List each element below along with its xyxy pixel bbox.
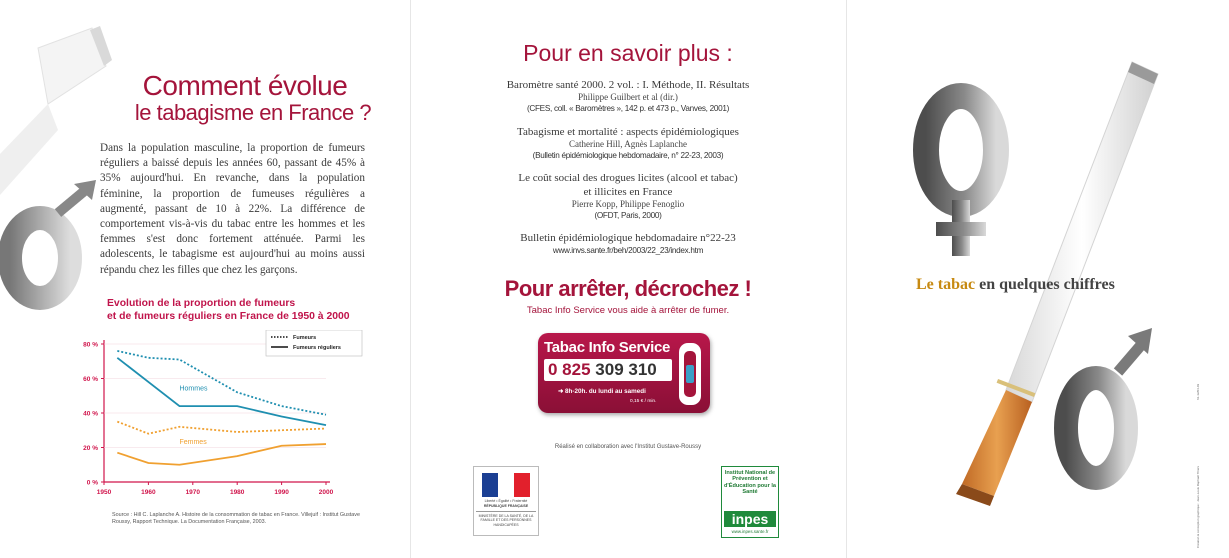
legend-label: Fumeurs — [293, 335, 316, 341]
y-tick-label: 80 % — [83, 342, 98, 349]
phone-icon — [679, 343, 701, 405]
helpline-prefix: 0 825 — [548, 360, 591, 379]
reference-publisher: (Bulletin épidémiologique hebdomadaire, … — [532, 151, 724, 160]
helpline-name: Tabac Info Service — [544, 339, 671, 356]
intro-paragraph: Dans la population masculine, la proport… — [100, 142, 365, 276]
rf-motto: Liberté • Égalité • Fraternité — [484, 499, 528, 503]
quit-headline: Pour arrêter, décrochez ! — [504, 276, 752, 301]
female-symbol-icon — [913, 83, 1009, 256]
flag-red — [514, 473, 530, 497]
legend-label: Fumeurs réguliers — [293, 345, 341, 351]
design-credit: Création & conception graphique : Jean-L… — [1196, 466, 1200, 548]
reference-publisher: (OFDT, Paris, 2000) — [594, 211, 662, 220]
reference-title-cont: et illicites en France — [583, 186, 673, 198]
republique-francaise-logo: Liberté • Égalité • Fraternité RÉPUBLIQU… — [473, 466, 539, 536]
print-reference: 61-12/04-03 — [1196, 383, 1200, 400]
flag-white — [498, 473, 514, 497]
male-symbol-icon — [0, 180, 96, 310]
chart-title-line2: et de fumeurs réguliers en France de 195… — [107, 311, 350, 322]
helpline-number[interactable]: 0 825 309 310 — [544, 359, 672, 381]
women-smokers-line — [116, 420, 327, 435]
panel-title: Comment évolue — [142, 70, 348, 101]
panel-subtitle: le tabagisme en France ? — [134, 100, 372, 125]
women-regular-smokers-line — [117, 443, 327, 466]
y-tick-label: 40 % — [83, 411, 98, 418]
x-tick-label: 1970 — [186, 489, 201, 496]
helpline-badge[interactable]: Tabac Info Service 0 825 309 310 ➜ 8h-20… — [538, 333, 710, 413]
inpes-logo: Institut National de Prévention et d'Édu… — [721, 466, 779, 538]
middle-panel: Pour en savoir plus : Baromètre santé 20… — [410, 0, 846, 558]
y-tick-label: 20 % — [83, 445, 98, 452]
reference-title: Baromètre santé 2000. 2 vol. : I. Méthod… — [506, 79, 750, 91]
tagline-accent: Le tabac — [916, 276, 976, 293]
cigarette-icon — [0, 26, 112, 195]
reference-item: Bulletin épidémiologique hebdomadaire n°… — [450, 231, 806, 256]
cover-tagline: Le tabac en quelques chiffres — [916, 276, 1115, 294]
chart-source: Source : Hill C. Laplanche A. Histoire d… — [112, 512, 360, 525]
resources-title: Pour en savoir plus : — [523, 40, 733, 66]
collaboration-note: Réalisé en collaboration avec l'Institut… — [554, 444, 702, 450]
men-series-label: Hommes — [179, 386, 208, 393]
male-symbol-icon — [1054, 328, 1152, 490]
reference-item: Le coût social des drogues licites (alco… — [450, 171, 806, 221]
y-tick-label: 60 % — [83, 376, 98, 383]
helpline-hours: ➜ 8h-20h. du lundi au samedi — [558, 388, 646, 395]
reference-title: Le coût social des drogues licites (alco… — [518, 172, 738, 184]
right-panel: Le tabac en quelques chiffres 61-12/04-0… — [846, 0, 1229, 558]
reference-item: Tabagisme et mortalité : aspects épidémi… — [450, 125, 806, 161]
french-flag-icon — [482, 473, 530, 497]
women-series-label: Femmes — [179, 439, 207, 446]
x-tick-label: 1950 — [97, 489, 112, 496]
rf-ministry: MINISTÈRE DE LA SANTÉ, DE LA FAMILLE ET … — [476, 511, 536, 527]
helpline-digits: 309 310 — [595, 360, 657, 379]
men-regular-smokers-line — [116, 357, 327, 426]
reference-link[interactable]: www.invs.sante.fr/beh/2003/22_23/index.h… — [450, 245, 806, 256]
reference-title: Bulletin épidémiologique hebdomadaire n°… — [520, 232, 736, 244]
x-tick-label: 1980 — [230, 489, 245, 496]
reference-item: Baromètre santé 2000. 2 vol. : I. Méthod… — [450, 78, 806, 114]
x-tick-label: 1960 — [141, 489, 156, 496]
rf-name: RÉPUBLIQUE FRANÇAISE — [483, 504, 529, 508]
inpes-url[interactable]: www.inpes.sante.fr — [722, 529, 778, 534]
flag-blue — [482, 473, 498, 497]
reference-author: Catherine Hill, Agnès Laplanche — [569, 139, 687, 149]
chart-title: Evolution de la proportion de fumeurs et… — [107, 297, 397, 323]
reference-publisher: (CFES, coll. « Baromètres », 142 p. et 4… — [526, 104, 730, 113]
left-panel: Comment évolue le tabagisme en France ? … — [0, 0, 410, 558]
chart-title-line1: Evolution de la proportion de fumeurs — [107, 298, 296, 309]
x-tick-label: 1990 — [274, 489, 289, 496]
helpline-price: 0,15 € / min. — [630, 399, 657, 404]
legend-box — [265, 330, 363, 357]
reference-title: Tabagisme et mortalité : aspects épidémi… — [517, 126, 739, 138]
smokers-line-chart: 0 % 20 % 40 % 60 % 80 % 1950 1960 1970 1980 1990 2… — [83, 330, 363, 496]
x-tick-label: 2000 — [319, 489, 334, 496]
tagline-rest: en quelques chiffres — [975, 276, 1115, 293]
reference-author: Philippe Guilbert et al (dir.) — [578, 92, 678, 102]
reference-author: Pierre Kopp, Philippe Fenoglio — [571, 199, 685, 209]
inpes-fullname: Institut National de Prévention et d'Édu… — [724, 470, 776, 496]
y-tick-label: 0 % — [87, 480, 98, 487]
inpes-brand: inpes — [724, 511, 776, 527]
quit-subtitle: Tabac Info Service vous aide à arrêter d… — [526, 305, 730, 316]
